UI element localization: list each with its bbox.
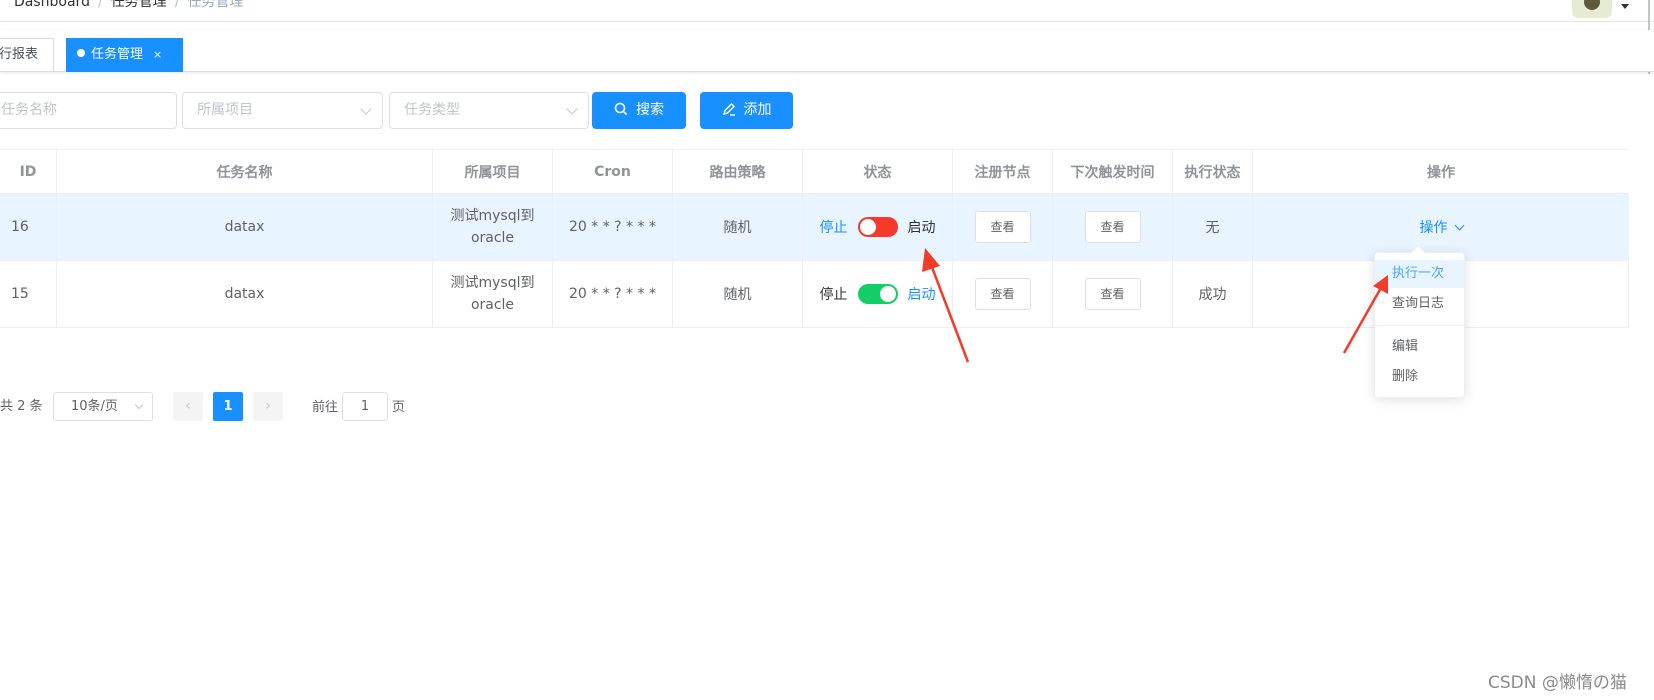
cell-node: 查看: [953, 261, 1053, 328]
cell-route: 随机: [673, 261, 803, 328]
breadcrumb-separator: /: [97, 0, 103, 10]
cell-project: 测试mysql到oracle: [433, 261, 553, 328]
add-button[interactable]: 添加: [700, 92, 793, 129]
cell-status: 停止 启动: [803, 194, 953, 261]
column-header-actions: 操作: [1253, 150, 1629, 194]
status-toggle[interactable]: [857, 284, 898, 304]
view-nodes-button[interactable]: 查看: [974, 211, 1031, 243]
switch-label-start[interactable]: 启动: [908, 217, 936, 237]
goto-suffix: 页: [392, 400, 406, 415]
column-header-status: 状态: [803, 150, 953, 194]
breadcrumb-separator: /: [174, 0, 180, 10]
actions-dropdown-menu: 执行一次 查询日志 编辑 删除: [1374, 244, 1465, 398]
prev-page-button[interactable]: ‹: [173, 392, 203, 421]
cell-project: 测试mysql到oracle: [433, 194, 553, 261]
cell-status: 停止 启动: [803, 261, 953, 328]
goto-page-input[interactable]: 1: [342, 392, 388, 421]
column-header-next-trigger: 下次触发时间: [1053, 150, 1173, 194]
page-size-value: 10条/页: [71, 399, 118, 414]
tag-report[interactable]: 行报表: [0, 38, 54, 72]
cell-cron: 20 * * ? * * *: [553, 194, 673, 261]
avatar-image: [1584, 0, 1600, 10]
chevron-down-icon: [566, 103, 578, 115]
search-label: 搜索: [636, 102, 664, 118]
cell-id: 16: [0, 194, 57, 261]
toggle-knob: [879, 286, 896, 302]
status-switch-group: 停止 启动: [820, 284, 936, 304]
task-type-placeholder: 任务类型: [404, 102, 460, 118]
breadcrumb: Dashboard / 任务管理 / 任务管理: [14, 0, 243, 11]
cell-task-name: datax: [57, 261, 433, 328]
cell-actions: 操作: [1253, 194, 1629, 261]
cell-cron: 20 * * ? * * *: [553, 261, 673, 328]
view-nodes-button[interactable]: 查看: [974, 278, 1031, 310]
column-header-project: 所属项目: [433, 150, 553, 194]
cell-exec-status: 无: [1173, 194, 1253, 261]
cell-id: 15: [0, 261, 57, 328]
actions-dropdown-trigger[interactable]: 操作: [1419, 217, 1464, 237]
breadcrumb-item-current: 任务管理: [187, 0, 244, 10]
task-name-input[interactable]: 任务名称: [0, 92, 177, 129]
navbar: Dashboard / 任务管理 / 任务管理: [0, 0, 1654, 22]
column-header-cron: Cron: [553, 150, 673, 194]
tag-label: 任务管理: [91, 47, 144, 62]
add-label: 添加: [743, 102, 772, 118]
goto-label: 前往: [312, 400, 339, 415]
page-number-current[interactable]: 1: [213, 392, 243, 421]
column-header-route: 路由策略: [673, 150, 803, 194]
status-toggle[interactable]: [857, 217, 898, 237]
switch-label-start[interactable]: 启动: [908, 284, 936, 304]
search-icon: [614, 94, 628, 131]
next-page-button[interactable]: ›: [253, 392, 283, 421]
tags-view: 行报表 任务管理 ×: [0, 30, 1654, 72]
active-dot-icon: [77, 49, 85, 57]
avatar[interactable]: [1572, 0, 1612, 18]
tag-label: 行报表: [0, 47, 39, 62]
cell-next-trigger: 查看: [1053, 261, 1173, 328]
edit-icon: [722, 94, 736, 131]
cell-exec-status: 成功: [1173, 261, 1253, 328]
chevron-down-icon: [1454, 220, 1464, 231]
cell-node: 查看: [953, 194, 1053, 261]
caret-down-icon[interactable]: [1621, 4, 1629, 9]
chevron-down-icon: [360, 103, 372, 115]
chevron-down-icon: [134, 400, 144, 410]
task-type-select[interactable]: 任务类型: [389, 92, 589, 129]
task-name-placeholder: 任务名称: [1, 102, 57, 118]
switch-label-stop[interactable]: 停止: [820, 217, 848, 237]
view-next-trigger-button[interactable]: 查看: [1084, 278, 1141, 310]
pagination-total: 共 2 条: [0, 399, 43, 414]
column-header-node: 注册节点: [953, 150, 1053, 194]
toggle-knob: [859, 219, 876, 235]
cell-route: 随机: [673, 194, 803, 261]
column-header-task-name: 任务名称: [57, 150, 433, 194]
menu-item-delete[interactable]: 删除: [1375, 363, 1464, 391]
page-size-select[interactable]: 10条/页: [53, 392, 153, 421]
switch-label-stop[interactable]: 停止: [820, 284, 848, 304]
actions-label: 操作: [1419, 220, 1448, 236]
close-icon[interactable]: ×: [153, 48, 162, 61]
menu-item-run-once[interactable]: 执行一次: [1375, 260, 1464, 288]
search-button[interactable]: 搜索: [592, 92, 686, 129]
column-header-exec-status: 执行状态: [1173, 150, 1253, 194]
dropdown-divider: [1375, 325, 1464, 326]
tag-task-management[interactable]: 任务管理 ×: [66, 38, 183, 72]
column-header-id: ID: [0, 150, 57, 194]
menu-item-query-log[interactable]: 查询日志: [1375, 290, 1464, 318]
breadcrumb-item-dashboard[interactable]: Dashboard: [14, 0, 90, 10]
status-switch-group: 停止 启动: [820, 217, 936, 237]
view-next-trigger-button[interactable]: 查看: [1084, 211, 1141, 243]
cell-task-name: datax: [57, 194, 433, 261]
cell-next-trigger: 查看: [1053, 194, 1173, 261]
breadcrumb-item-task-group[interactable]: 任务管理: [111, 0, 167, 10]
project-placeholder: 所属项目: [197, 102, 253, 118]
watermark: CSDN @懒惰の猫: [1488, 673, 1627, 693]
menu-item-edit[interactable]: 编辑: [1375, 333, 1464, 361]
project-select[interactable]: 所属项目: [182, 92, 383, 129]
